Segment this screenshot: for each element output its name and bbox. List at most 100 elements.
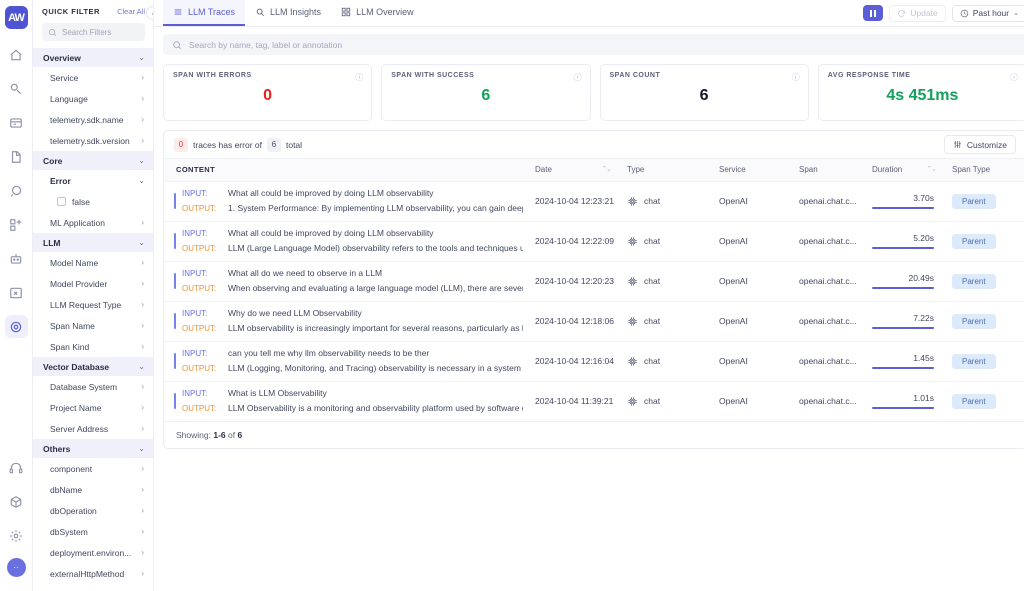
list-icon [173, 7, 183, 17]
clear-all-button[interactable]: Clear All [117, 7, 145, 16]
filter-subgroup-error[interactable]: Error ⌄ [33, 170, 153, 191]
filter-item-span-kind[interactable]: Span Kind › [33, 336, 153, 357]
input-label: INPUT: [182, 387, 228, 401]
filter-item-externalhttpmethod[interactable]: externalHttpMethod › [33, 563, 153, 584]
column-header-service[interactable]: Service [713, 159, 793, 181]
services-icon[interactable] [5, 77, 28, 100]
filter-item-component[interactable]: component › [33, 458, 153, 479]
column-header-duration[interactable]: ⌃⌄Duration [866, 159, 946, 181]
input-row: INPUT:What all could be improved by doin… [182, 186, 523, 201]
tab-llm-traces[interactable]: LLM Traces [163, 0, 245, 26]
alerts-icon[interactable] [5, 213, 28, 236]
info-icon[interactable]: ⓘ [574, 72, 582, 83]
filter-item-label: Language [50, 94, 88, 104]
logs-icon[interactable] [5, 145, 28, 168]
app-logo[interactable]: AW [5, 6, 28, 29]
duration-bar [872, 367, 934, 369]
exceptions-icon[interactable] [5, 281, 28, 304]
collapse-sidebar-button[interactable]: ‹ [146, 6, 154, 20]
sort-icon[interactable]: ⌃⌄ [926, 165, 936, 173]
table-footer: Showing: 1-6 of 6 [164, 422, 1024, 448]
metric-value: 6 [610, 87, 799, 105]
filter-item-service[interactable]: Service › [33, 67, 153, 88]
traces-icon[interactable] [5, 179, 28, 202]
filter-item-dbname[interactable]: dbName › [33, 479, 153, 500]
filter-group-core[interactable]: Core ⌄ [33, 151, 153, 170]
info-icon[interactable]: ⓘ [355, 72, 363, 83]
output-row: OUTPUT:LLM observability is increasingly… [182, 321, 523, 336]
cell-content[interactable]: INPUT:What all could be improved by doin… [164, 221, 529, 261]
column-header-type[interactable]: Type [621, 159, 713, 181]
tab-llm-insights[interactable]: LLM Insights [245, 0, 331, 26]
filter-item-language[interactable]: Language › [33, 88, 153, 109]
table-row[interactable]: INPUT:What all do we need to observe in … [164, 261, 1024, 301]
update-button[interactable]: Update [889, 5, 945, 22]
filter-item-span-name[interactable]: Span Name › [33, 315, 153, 336]
table-row[interactable]: INPUT:can you tell me why llm observabil… [164, 341, 1024, 381]
cell-content[interactable]: INPUT:What is LLM Observability OUTPUT:L… [164, 381, 529, 421]
info-icon[interactable]: ⓘ [792, 72, 800, 83]
filter-item-database-system[interactable]: Database System › [33, 376, 153, 397]
filter-item-dbsystem[interactable]: dbSystem › [33, 521, 153, 542]
filter-item-model-provider[interactable]: Model Provider › [33, 273, 153, 294]
filter-item-model-name[interactable]: Model Name › [33, 252, 153, 273]
home-icon[interactable] [5, 43, 28, 66]
checkbox-icon[interactable] [57, 197, 66, 206]
table-row[interactable]: INPUT:What all could be improved by doin… [164, 221, 1024, 261]
search-filters-input[interactable]: Search Filters [42, 23, 145, 41]
filter-group-others[interactable]: Others ⌄ [33, 439, 153, 458]
cell-type: chat [621, 181, 713, 221]
output-text: When observing and evaluating a large la… [228, 281, 523, 295]
filter-item-server-address[interactable]: Server Address › [33, 418, 153, 439]
pause-button[interactable] [863, 5, 883, 21]
output-row: OUTPUT:When observing and evaluating a l… [182, 281, 523, 296]
filter-item-dboperation[interactable]: dbOperation › [33, 500, 153, 521]
filter-checkbox-error-false[interactable]: false [33, 191, 153, 212]
total-count-badge: 6 [267, 138, 281, 152]
bot-icon[interactable] [5, 247, 28, 270]
output-label: OUTPUT: [182, 282, 228, 296]
filter-group-vector-database[interactable]: Vector Database ⌄ [33, 357, 153, 376]
cell-content[interactable]: INPUT:What all do we need to observe in … [164, 261, 529, 301]
cell-span-type: Parent [946, 341, 1024, 381]
dashboard-icon[interactable] [5, 111, 28, 134]
support-icon[interactable] [5, 456, 28, 479]
cell-content[interactable]: INPUT:can you tell me why llm observabil… [164, 341, 529, 381]
filter-item-project-name[interactable]: Project Name › [33, 397, 153, 418]
settings-icon[interactable] [5, 524, 28, 547]
clock-icon [960, 9, 969, 18]
table-row[interactable]: INPUT:What is LLM Observability OUTPUT:L… [164, 381, 1024, 421]
filter-item-externalhttpurl[interactable]: externalHttpUrl › [33, 584, 153, 591]
cell-content[interactable]: INPUT:What all could be improved by doin… [164, 181, 529, 221]
time-range-selector[interactable]: Past hour ⌄ [952, 5, 1024, 22]
filter-item-telemetry-sdk-name[interactable]: telemetry.sdk.name › [33, 109, 153, 130]
tab-llm-overview[interactable]: LLM Overview [331, 0, 424, 26]
filter-group-overview[interactable]: Overview ⌄ [33, 48, 153, 67]
output-row: OUTPUT:LLM Observability is a monitoring… [182, 401, 523, 416]
integrations-icon[interactable] [5, 490, 28, 513]
column-header-span-type[interactable]: Span Type [946, 159, 1024, 181]
quick-filter-header: QUICK FILTER Clear All [33, 0, 153, 21]
search-icon [172, 40, 182, 50]
quick-filter-title: QUICK FILTER [42, 7, 100, 16]
filter-item-label: LLM Request Type [50, 300, 121, 310]
table-row[interactable]: INPUT:What all could be improved by doin… [164, 181, 1024, 221]
cell-content[interactable]: INPUT:Why do we need LLM Observability O… [164, 301, 529, 341]
column-header-date[interactable]: ⌃⌄Date [529, 159, 621, 181]
filter-group-llm[interactable]: LLM ⌄ [33, 233, 153, 252]
column-header-span[interactable]: Span [793, 159, 866, 181]
metric-value: 6 [391, 87, 580, 105]
search-input[interactable]: Search by name, tag, label or annotation [163, 34, 1024, 55]
info-icon[interactable]: ⓘ [1010, 72, 1018, 83]
filter-item-deployment-environment[interactable]: deployment.environ... › [33, 542, 153, 563]
filter-item-telemetry-sdk-version[interactable]: telemetry.sdk.version › [33, 130, 153, 151]
customize-button[interactable]: Customize [944, 135, 1016, 154]
cell-service: OpenAI [713, 261, 793, 301]
filter-item-ml-application[interactable]: ML Application › [33, 212, 153, 233]
filter-item-llm-request-type[interactable]: LLM Request Type › [33, 294, 153, 315]
avatar[interactable]: ·· [7, 558, 26, 577]
input-row: INPUT:What all do we need to observe in … [182, 266, 523, 281]
llm-icon[interactable] [5, 315, 28, 338]
sort-icon[interactable]: ⌃⌄ [601, 165, 611, 173]
table-row[interactable]: INPUT:Why do we need LLM Observability O… [164, 301, 1024, 341]
